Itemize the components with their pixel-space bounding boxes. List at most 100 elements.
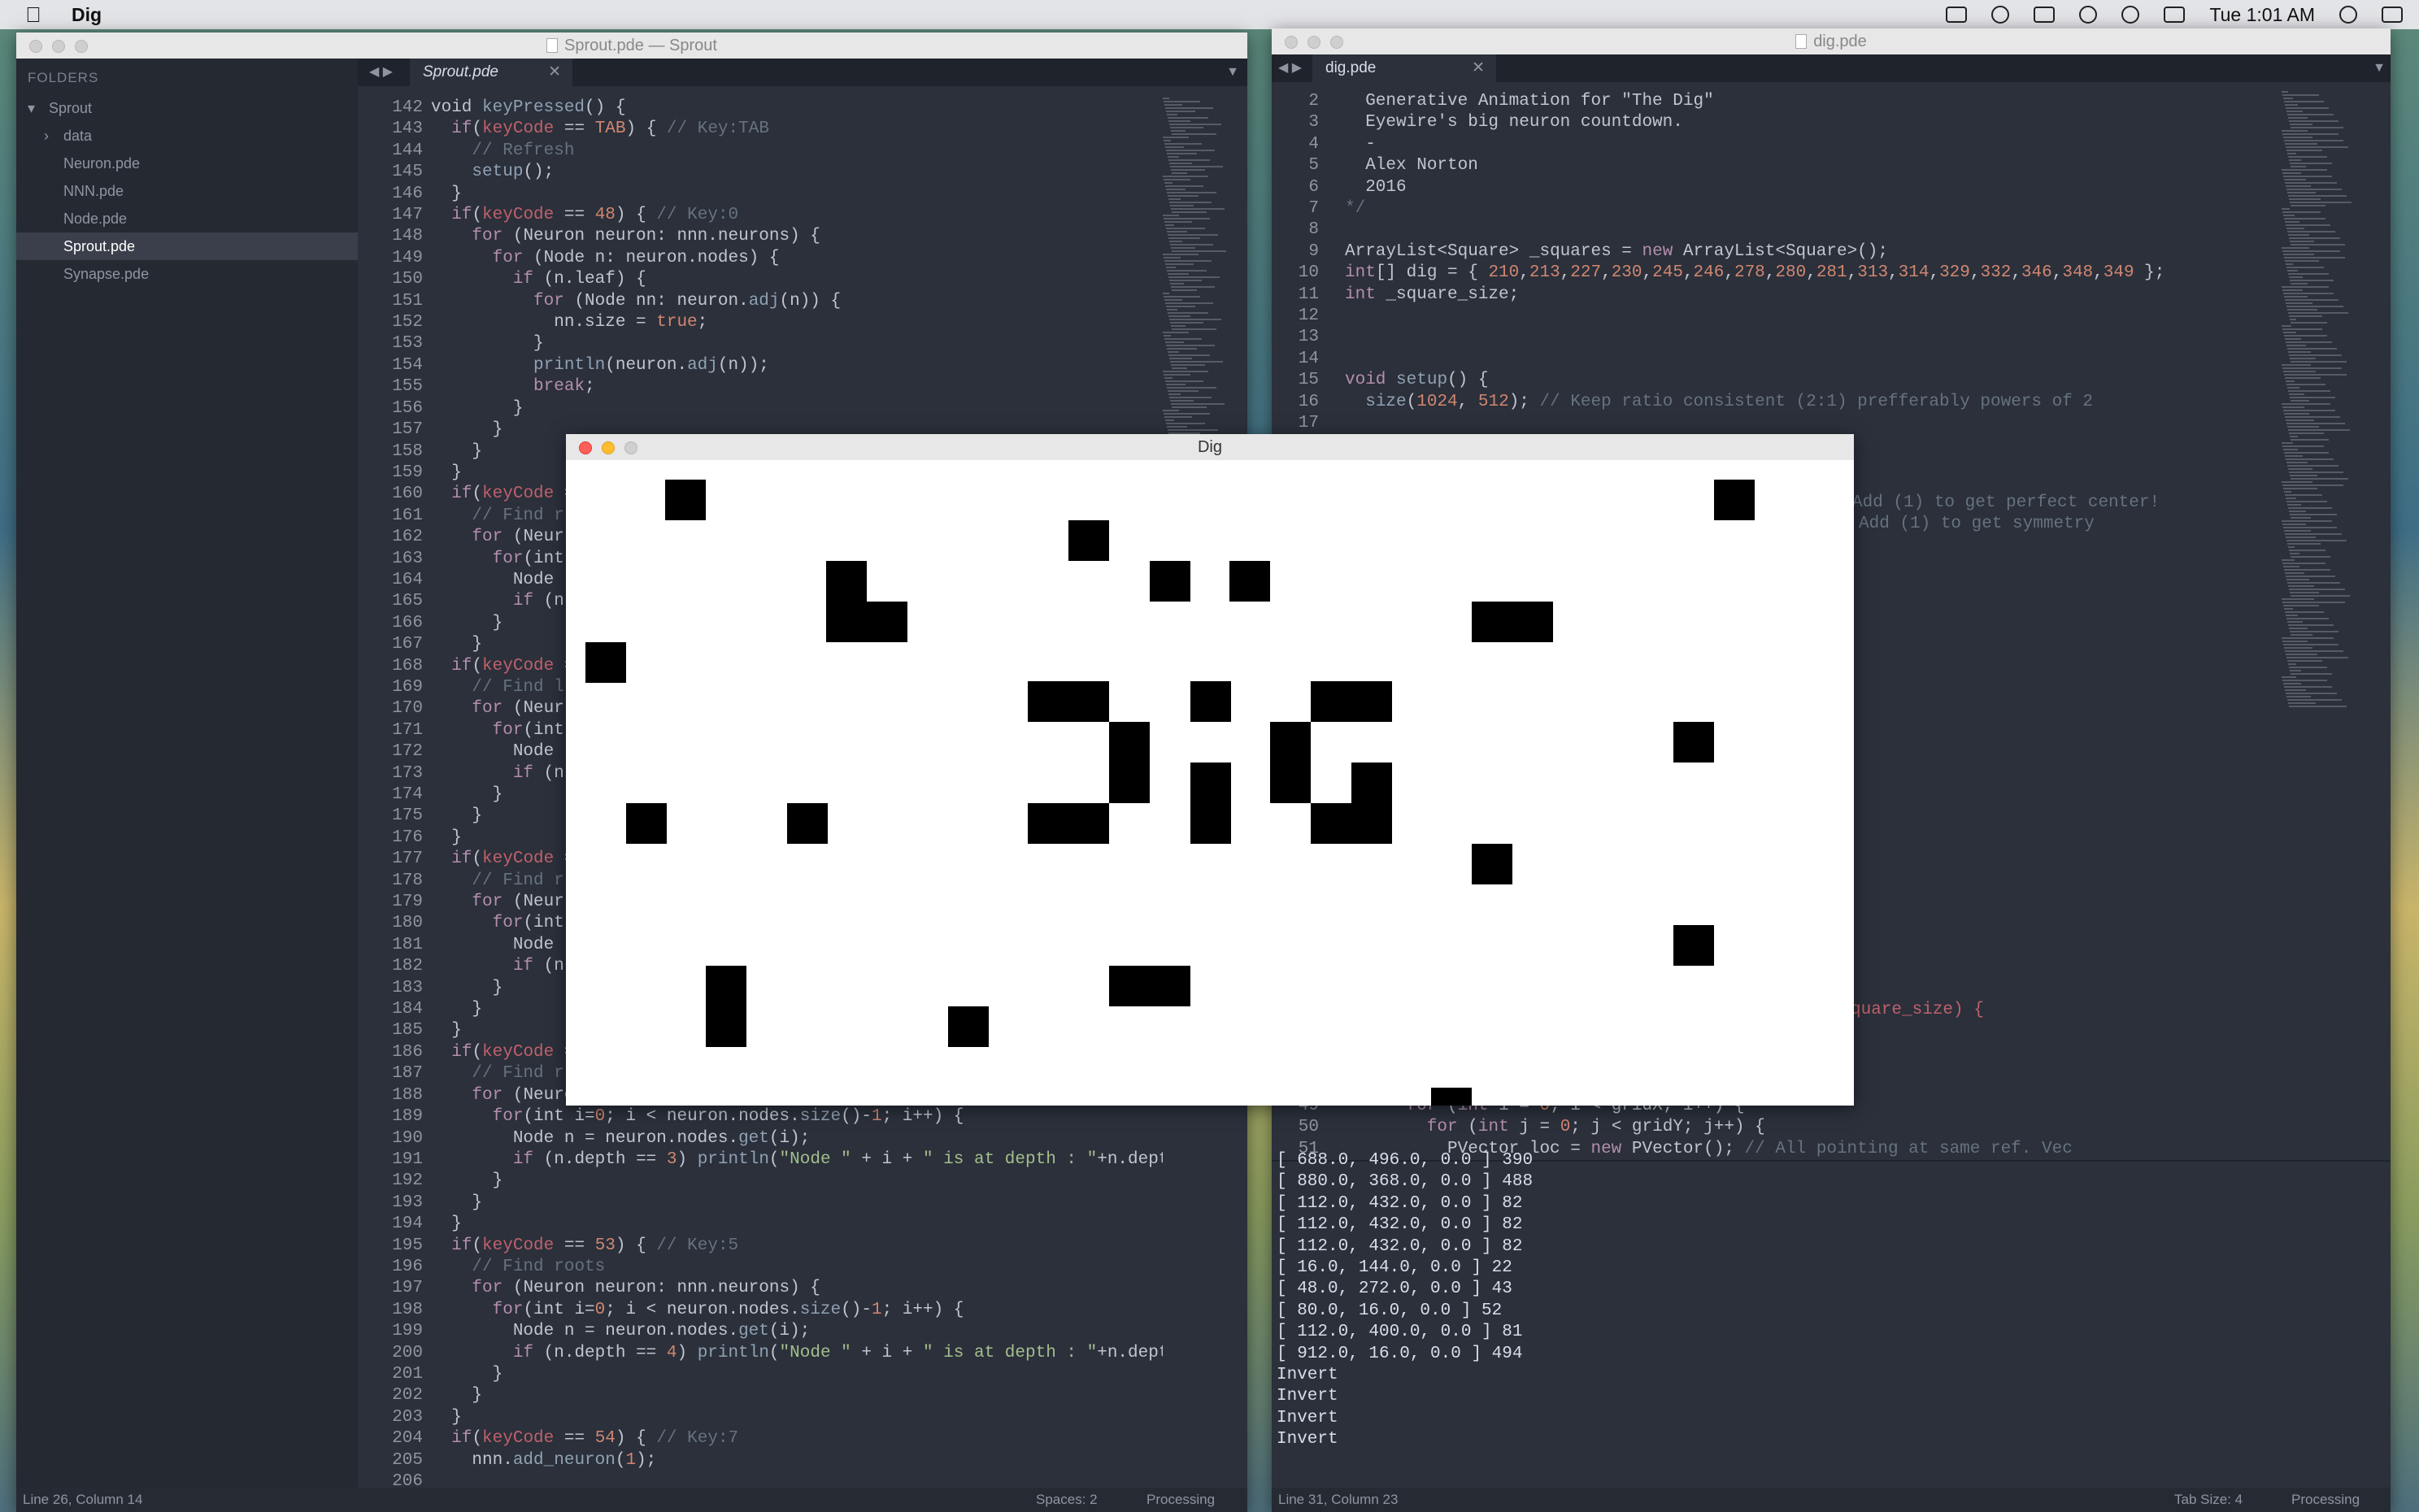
tab-nav-arrows-icon[interactable]: ◀ ▶	[1278, 54, 1302, 82]
minimap-line	[2285, 143, 2317, 145]
sidebar-item-nnn[interactable]: NNN.pde	[16, 177, 358, 205]
zoom-button[interactable]	[75, 40, 88, 53]
menu-clock[interactable]: Tue 1:01 AM	[2209, 4, 2315, 26]
tab-sprout[interactable]: Sprout.pde ✕	[410, 59, 572, 86]
minimap-line	[2285, 455, 2303, 457]
line-number: 197	[392, 1279, 423, 1298]
minimap-line	[1168, 393, 1181, 395]
bluetooth-icon[interactable]	[2079, 6, 2098, 24]
apple-menu-icon[interactable]: 	[21, 2, 46, 27]
minimap-line	[2287, 114, 2334, 115]
sidebar-item-sprout[interactable]: Sprout.pde	[16, 232, 358, 260]
minimap-line	[1167, 387, 1216, 389]
minimap-line	[1172, 406, 1207, 408]
sidebar-item-node[interactable]: Node.pde	[16, 205, 358, 232]
minimap-line	[2290, 280, 2334, 281]
minimize-button[interactable]	[602, 441, 615, 454]
line-number: 196	[392, 1257, 423, 1276]
minimap-line	[1168, 120, 1190, 122]
pixel-square	[867, 602, 907, 642]
wifi-icon[interactable]	[2121, 6, 2140, 24]
app-menu-name[interactable]: Dig	[72, 4, 102, 26]
minimap-line	[2282, 559, 2295, 561]
minimap-line	[2282, 602, 2345, 603]
minimap-line	[1164, 377, 1173, 379]
minimap-line	[2284, 452, 2329, 454]
battery-icon[interactable]	[2164, 7, 2186, 23]
close-button[interactable]	[579, 441, 592, 454]
minimap-line	[2289, 159, 2301, 161]
tab-size-setting[interactable]: Tab Size: 4	[2174, 1488, 2243, 1512]
minimap-line	[1168, 156, 1179, 158]
minimap-line	[2291, 595, 2350, 597]
line-number: 149	[392, 248, 423, 267]
minimap-line	[2286, 696, 2311, 697]
tab-dig[interactable]: dig.pde ✕	[1312, 54, 1496, 82]
sidebar-project-sprout[interactable]: ▾ Sprout	[16, 94, 358, 122]
chevron-down-icon[interactable]: ▾	[28, 94, 35, 122]
console-panel[interactable]: [ 688.0, 496.0, 0.0 ] 390 [ 880.0, 368.0,…	[1272, 1151, 2391, 1488]
window-titlebar[interactable]: dig.pde	[1272, 28, 2391, 54]
minimap-line	[2287, 465, 2339, 467]
minimize-button[interactable]	[1307, 36, 1320, 49]
syntax-setting[interactable]: Processing	[2291, 1488, 2360, 1512]
chevron-right-icon[interactable]: ›	[44, 122, 49, 150]
dropbox-icon[interactable]	[1946, 7, 1968, 23]
minimap-line	[1164, 140, 1171, 141]
line-number: 155	[392, 377, 423, 397]
console-line: [ 112.0, 432.0, 0.0 ] 82	[1277, 1215, 1523, 1235]
minimap-line	[2282, 524, 2306, 525]
dig-letter-i-block	[1190, 763, 1231, 844]
sketch-canvas[interactable]	[566, 460, 1854, 1106]
syntax-setting[interactable]: Processing	[1146, 1488, 1215, 1512]
minimap-line	[2288, 663, 2296, 665]
line-number: 201	[392, 1364, 423, 1384]
line-number: 203	[392, 1407, 423, 1427]
airplay-icon[interactable]	[2034, 7, 2056, 23]
zoom-button[interactable]	[1330, 36, 1343, 49]
close-tab-icon[interactable]: ✕	[1472, 54, 1485, 82]
minimap-line	[2283, 410, 2335, 411]
sidebar-item-data[interactable]: › data	[16, 122, 358, 150]
tab-dropdown-icon[interactable]: ▼	[2373, 54, 2386, 82]
creative-cloud-icon[interactable]	[1991, 6, 2010, 24]
minimap[interactable]	[2278, 91, 2376, 725]
minimize-button[interactable]	[52, 40, 65, 53]
tab-dropdown-icon[interactable]: ▼	[1226, 59, 1239, 86]
minimap-line	[2286, 228, 2304, 229]
line-number: 188	[392, 1085, 423, 1105]
line-number: 161	[392, 506, 423, 525]
tab-nav-arrows-icon[interactable]: ◀ ▶	[369, 59, 393, 86]
indentation-setting[interactable]: Spaces: 2	[1036, 1488, 1098, 1512]
minimap-line	[1165, 419, 1174, 421]
minimap-line	[1168, 117, 1208, 119]
close-button[interactable]	[29, 40, 42, 53]
line-number: 183	[392, 978, 423, 997]
minimap-line	[1167, 153, 1197, 154]
line-number: 9	[1308, 241, 1319, 261]
minimap-line	[2282, 563, 2325, 564]
sidebar-item-neuron[interactable]: Neuron.pde	[16, 150, 358, 177]
minimap-line	[2289, 511, 2306, 512]
minimap-line	[1166, 267, 1176, 268]
minimap-line	[2285, 572, 2304, 574]
code-editor[interactable]: Generative Animation for "The Dig" Eyewi…	[1345, 91, 2353, 465]
dig-letter-d-block	[1028, 681, 1109, 722]
line-number: 175	[392, 806, 423, 826]
minimap-line	[2286, 189, 2342, 190]
minimap-line	[2288, 234, 2309, 236]
window-titlebar[interactable]: Sprout.pde — Sprout	[16, 33, 1247, 59]
notification-center-icon[interactable]	[2382, 7, 2403, 23]
close-button[interactable]	[1285, 36, 1298, 49]
minimap-line	[2283, 332, 2296, 333]
minimap-line	[1170, 127, 1203, 128]
window-titlebar[interactable]: Dig	[566, 434, 1854, 460]
minimap-line	[2286, 107, 2329, 109]
minimap-line	[1172, 328, 1216, 330]
console-line: [ 112.0, 432.0, 0.0 ] 82	[1277, 1236, 1523, 1256]
spotlight-icon[interactable]	[2339, 6, 2357, 24]
zoom-button[interactable]	[624, 441, 637, 454]
line-number: 202	[392, 1386, 423, 1406]
close-tab-icon[interactable]: ✕	[548, 59, 561, 86]
sidebar-item-synapse[interactable]: Synapse.pde	[16, 260, 358, 288]
